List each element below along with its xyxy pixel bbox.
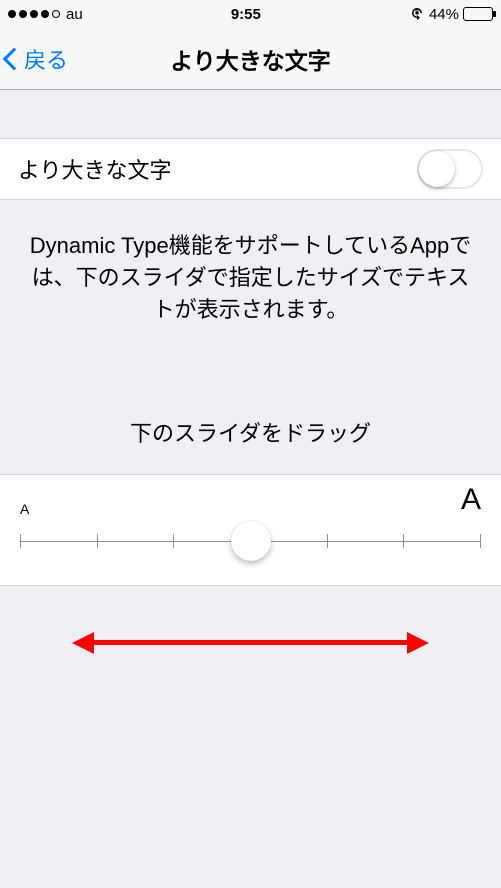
larger-text-toggle[interactable] xyxy=(417,149,483,189)
battery-icon xyxy=(463,7,493,21)
text-size-slider-section: A A xyxy=(0,474,501,586)
dynamic-type-description: Dynamic Type機能をサポートしているAppでは、下のスライダで指定した… xyxy=(0,200,501,326)
larger-text-row: より大きな文字 xyxy=(0,138,501,200)
drag-hint-label: 下のスライダをドラッグ xyxy=(0,416,501,474)
back-button[interactable]: 戻る xyxy=(6,28,68,89)
orientation-lock-icon xyxy=(409,6,425,22)
slider-thumb[interactable] xyxy=(231,521,271,561)
page-title: より大きな文字 xyxy=(170,42,331,76)
toggle-knob xyxy=(419,151,455,187)
text-size-slider[interactable] xyxy=(20,523,481,559)
carrier-label: au xyxy=(66,6,83,23)
back-label: 戻る xyxy=(24,43,68,75)
slider-min-label: A xyxy=(20,501,29,517)
chevron-left-icon xyxy=(3,47,26,70)
status-time: 9:55 xyxy=(231,6,261,23)
status-bar: au 9:55 44% xyxy=(0,0,501,28)
larger-text-label: より大きな文字 xyxy=(18,153,172,185)
slider-max-label: A xyxy=(461,483,481,517)
annotation-arrow-icon xyxy=(90,640,411,645)
battery-percent: 44% xyxy=(429,6,459,23)
signal-strength-icon xyxy=(8,10,60,18)
nav-bar: 戻る より大きな文字 xyxy=(0,28,501,90)
